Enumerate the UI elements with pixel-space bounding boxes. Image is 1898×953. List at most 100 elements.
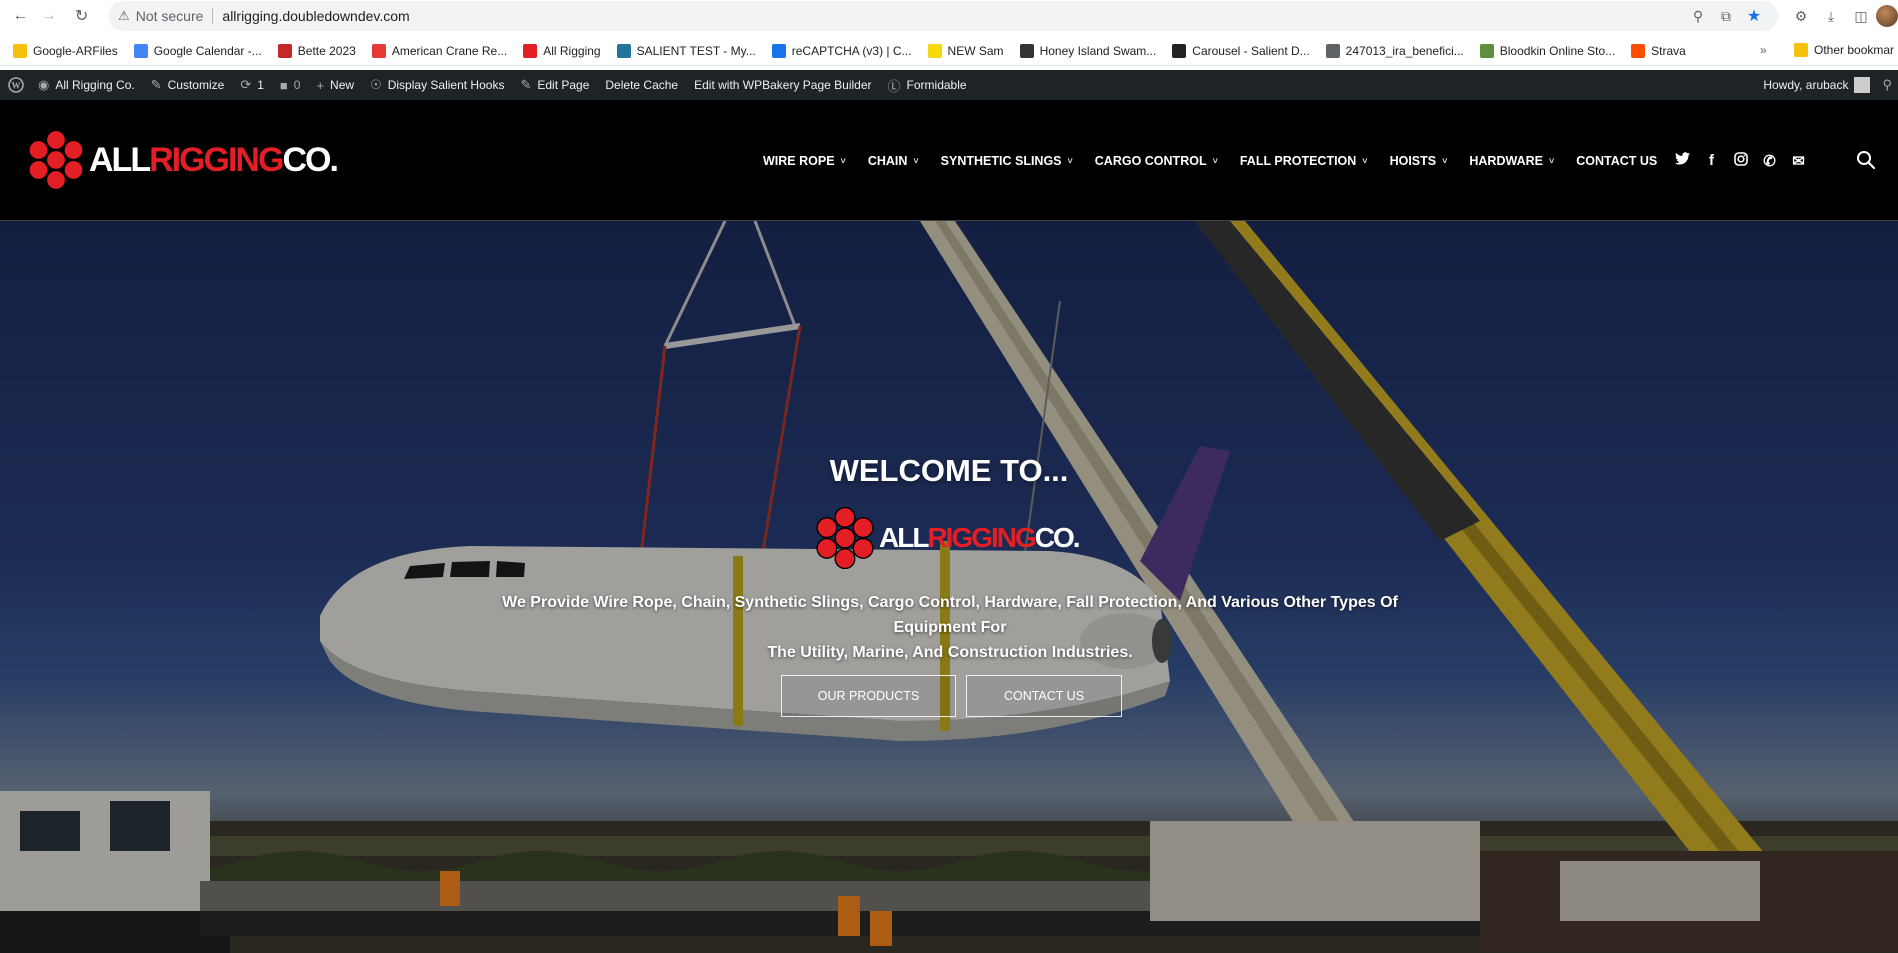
address-bar[interactable]: ⚠ Not secure allrigging.doubledowndev.co… bbox=[108, 1, 1778, 31]
menu-item-hoists[interactable]: HOISTS ˅ bbox=[1390, 154, 1448, 168]
wp-howdy[interactable]: Howdy, aruback bbox=[1763, 78, 1848, 92]
reload-icon[interactable]: ↻ bbox=[70, 4, 93, 28]
folder-icon bbox=[13, 43, 27, 58]
bookmark-item[interactable]: Google-ARFiles bbox=[13, 43, 118, 58]
bookmark-item[interactable]: All Rigging bbox=[523, 43, 601, 58]
wp-search-icon[interactable]: ⚲ bbox=[1882, 77, 1892, 93]
menu-item-synthetic-slings[interactable]: SYNTHETIC SLINGS ˅ bbox=[941, 154, 1073, 168]
shopify-icon bbox=[1479, 43, 1494, 58]
wordpress-logo-icon[interactable]: W bbox=[8, 77, 24, 93]
menu-item-label: CONTACT US bbox=[1576, 153, 1658, 168]
share-icon[interactable]: ⧉ bbox=[1712, 8, 1740, 25]
logo-text-all: ALL bbox=[89, 140, 151, 179]
bookmark-item[interactable]: Strava bbox=[1631, 43, 1686, 58]
wp-updates[interactable]: ⟳ 1 bbox=[240, 77, 264, 93]
chevron-down-icon: ˅ bbox=[1067, 155, 1073, 166]
wp-updates-count: 1 bbox=[257, 78, 264, 92]
bookmarks-bar: Google-ARFiles Google Calendar -... Bette … bbox=[0, 36, 1898, 66]
bookmark-label: Bette 2023 bbox=[297, 43, 356, 58]
site-header: ALLRIGGINGCO. WIRE ROPE ˅ CHAIN ˅ SYNTHETIC … bbox=[0, 100, 1898, 221]
bookmark-item[interactable]: Bette 2023 bbox=[277, 43, 356, 58]
hero-logo-mark-icon bbox=[816, 507, 874, 569]
extensions-icon[interactable]: ⚙ bbox=[1786, 8, 1816, 25]
warning-icon[interactable]: ⚠ bbox=[118, 8, 130, 24]
hero-logo-all: ALL bbox=[879, 522, 929, 553]
wp-display-hooks-label: Display Salient Hooks bbox=[387, 78, 505, 92]
phone-icon[interactable]: ✆ bbox=[1755, 152, 1784, 170]
bookmark-item[interactable]: Bloodkin Online Sto... bbox=[1479, 43, 1616, 58]
hero-section: WELCOME TO... ALLRIGGINGCO. We Provide W… bbox=[0, 221, 1898, 953]
bookmark-item[interactable]: SALIENT TEST - My... bbox=[616, 43, 756, 58]
update-icon: ⟳ bbox=[240, 77, 252, 92]
wp-wpbakery[interactable]: Edit with WPBakery Page Builder bbox=[694, 78, 871, 92]
logo-text: ALLRIGGINGCO. bbox=[89, 140, 339, 180]
wp-new-label: New bbox=[330, 78, 355, 92]
logo-text-co: CO. bbox=[282, 140, 338, 179]
salient-icon bbox=[1172, 43, 1187, 58]
twitter-icon[interactable] bbox=[1668, 152, 1697, 169]
instagram-icon[interactable] bbox=[1726, 151, 1755, 170]
bookmark-label: reCAPTCHA (v3) | C... bbox=[791, 43, 912, 58]
wp-customize[interactable]: ✎ Customize bbox=[151, 77, 225, 93]
email-icon[interactable]: ✉ bbox=[1784, 152, 1813, 170]
bookmark-item[interactable]: Carousel - Salient D... bbox=[1172, 43, 1310, 58]
menu-item-label: FALL PROTECTION bbox=[1239, 153, 1357, 168]
honey-icon bbox=[1019, 43, 1034, 58]
wp-delete-cache[interactable]: Delete Cache bbox=[605, 78, 678, 92]
menu-item-label: HARDWARE bbox=[1469, 153, 1543, 168]
menu-item-contact-us[interactable]: CONTACT US bbox=[1576, 154, 1657, 168]
address-separator bbox=[212, 8, 214, 24]
bookmark-label: Strava bbox=[1651, 43, 1686, 58]
side-panel-icon[interactable]: ◫ bbox=[1846, 8, 1876, 25]
menu-item-wire-rope[interactable]: WIRE ROPE ˅ bbox=[763, 154, 846, 168]
wp-display-hooks[interactable]: ☉ Display Salient Hooks bbox=[370, 77, 504, 93]
bookmark-item[interactable]: reCAPTCHA (v3) | C... bbox=[771, 43, 912, 58]
download-icon[interactable]: ⤓ bbox=[1816, 8, 1846, 25]
profile-avatar[interactable] bbox=[1875, 5, 1898, 27]
site-logo[interactable]: ALLRIGGINGCO. bbox=[27, 130, 339, 190]
search-icon[interactable] bbox=[1855, 149, 1877, 171]
menu-item-label: CARGO CONTROL bbox=[1094, 153, 1207, 168]
bookmark-star-icon[interactable]: ★ bbox=[1740, 6, 1768, 26]
chevron-down-icon: ˅ bbox=[1442, 155, 1448, 166]
zoom-icon[interactable]: ⚲ bbox=[1684, 8, 1712, 25]
bookmark-label: American Crane Re... bbox=[391, 43, 508, 58]
logo-mark-icon bbox=[28, 130, 84, 190]
bookmark-label: NEW Sam bbox=[947, 43, 1004, 58]
hero-logo-rigging: RIGGING bbox=[927, 522, 1036, 553]
our-products-button[interactable]: OUR PRODUCTS bbox=[781, 675, 956, 717]
bookmark-label: Carousel - Salient D... bbox=[1192, 43, 1310, 58]
calendar-icon bbox=[133, 43, 148, 58]
facebook-icon[interactable]: f bbox=[1697, 152, 1726, 169]
chevron-down-icon: ˅ bbox=[913, 155, 919, 166]
bookmark-label: 247013_ira_benefici... bbox=[1345, 43, 1464, 58]
bookmark-item[interactable]: NEW Sam bbox=[927, 43, 1004, 58]
menu-item-hardware[interactable]: HARDWARE ˅ bbox=[1469, 154, 1554, 168]
bookmark-item[interactable]: 247013_ira_benefici... bbox=[1325, 43, 1464, 58]
bookmark-item[interactable]: Google Calendar -... bbox=[133, 43, 262, 58]
bookmarks-overflow-icon[interactable]: » bbox=[1760, 43, 1767, 57]
contact-us-button[interactable]: CONTACT US bbox=[966, 675, 1122, 717]
user-avatar-icon[interactable] bbox=[1854, 77, 1871, 93]
forward-arrow-icon[interactable]: → bbox=[37, 4, 60, 28]
bookmark-label: Bloodkin Online Sto... bbox=[1499, 43, 1616, 58]
folder-icon bbox=[1794, 43, 1808, 57]
wp-edit-page[interactable]: ✎ Edit Page bbox=[520, 77, 589, 93]
brush-icon: ✎ bbox=[150, 77, 162, 92]
wp-new[interactable]: + New bbox=[316, 78, 354, 93]
bookmark-item[interactable]: American Crane Re... bbox=[371, 43, 508, 58]
back-arrow-icon[interactable]: ← bbox=[9, 4, 32, 28]
wp-formidable[interactable]: Ⓛ Formidable bbox=[888, 76, 967, 95]
url-text[interactable]: allrigging.doubledowndev.com bbox=[222, 8, 409, 24]
security-label[interactable]: Not secure bbox=[136, 8, 204, 24]
allrigging-icon bbox=[523, 43, 538, 58]
browser-toolbar: ← → ↻ ⚠ Not secure allrigging.doubledown… bbox=[0, 0, 1898, 32]
menu-item-fall-protection[interactable]: FALL PROTECTION ˅ bbox=[1240, 154, 1368, 168]
menu-item-chain[interactable]: CHAIN ˅ bbox=[868, 154, 919, 168]
wp-comments[interactable]: ■ 0 bbox=[280, 78, 301, 93]
other-bookmarks[interactable]: Other bookmar bbox=[1794, 43, 1894, 57]
bookmark-item[interactable]: Honey Island Swam... bbox=[1019, 43, 1156, 58]
menu-item-cargo-control[interactable]: CARGO CONTROL ˅ bbox=[1095, 154, 1218, 168]
wp-site-name[interactable]: ◉ All Rigging Co. bbox=[38, 77, 135, 93]
social-links: f ✆ ✉ bbox=[1668, 100, 1813, 221]
